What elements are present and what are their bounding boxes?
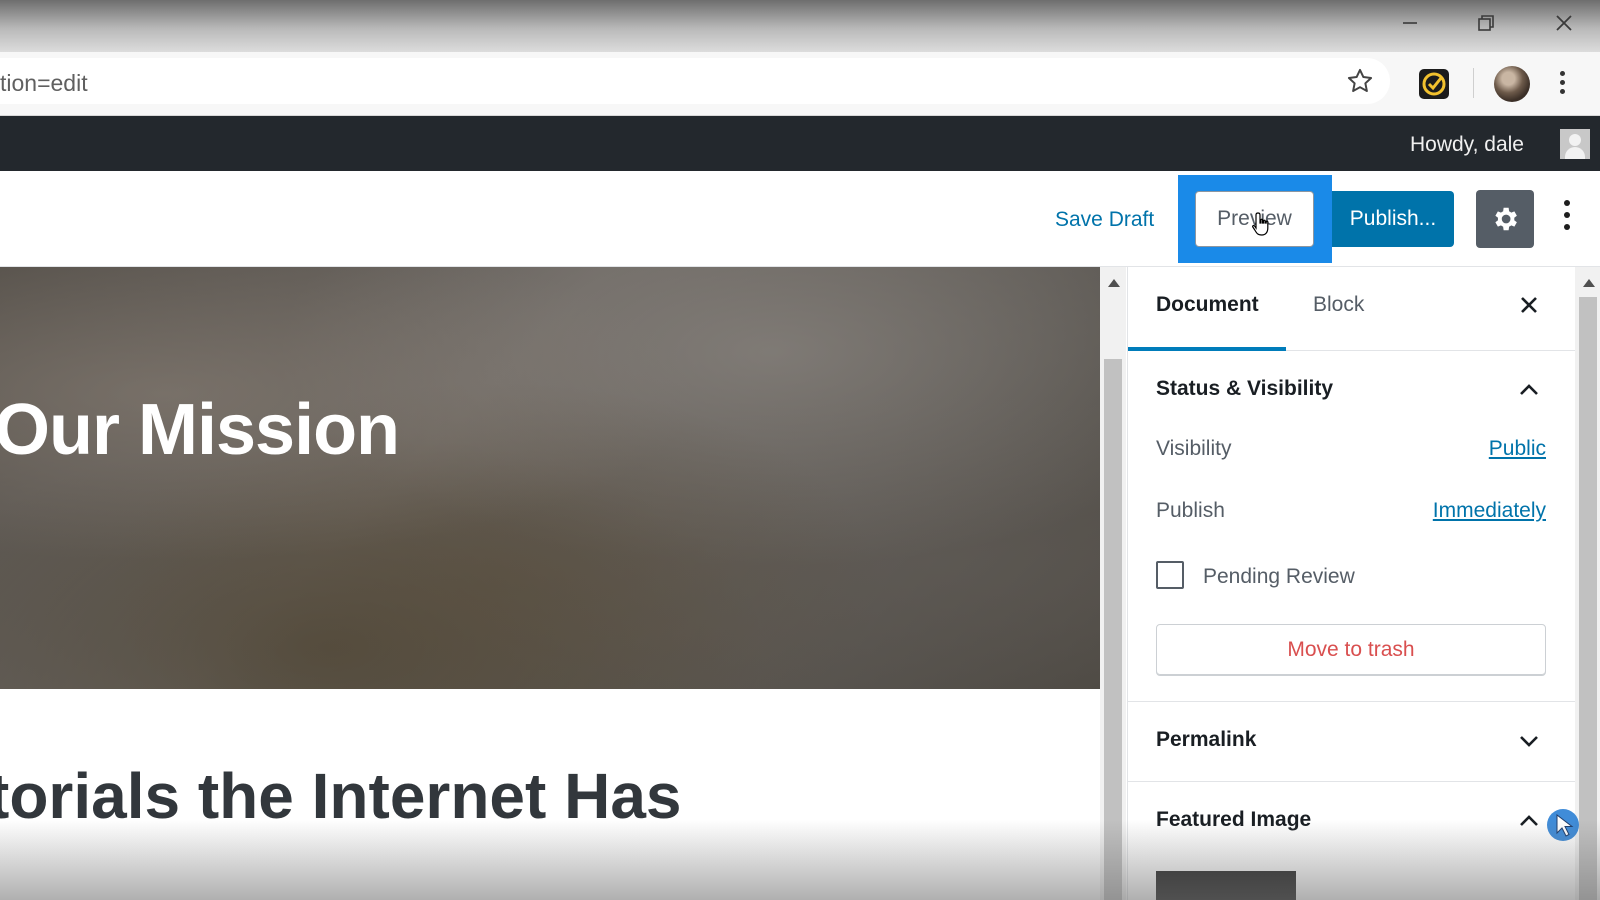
wp-admin-bar: Howdy, dale (0, 116, 1600, 171)
pointer-cursor-icon (1547, 809, 1579, 841)
cover-block[interactable]: Our Mission (0, 267, 1100, 689)
hand-cursor-icon (1252, 212, 1269, 236)
profile-avatar[interactable] (1494, 66, 1530, 102)
chevron-up-icon (1520, 384, 1538, 395)
scroll-up-icon[interactable] (1108, 279, 1120, 287)
chevron-up-icon (1520, 815, 1538, 826)
cover-title[interactable]: Our Mission (0, 389, 400, 471)
sidebar-tabs: Document Block (1128, 267, 1575, 351)
browser-toolbar: tion=edit (0, 52, 1600, 116)
sidebar-scroll-thumb[interactable] (1579, 297, 1597, 900)
close-window-icon[interactable] (1544, 8, 1584, 38)
restore-icon[interactable] (1466, 8, 1506, 38)
featured-image-title: Featured Image (1156, 808, 1312, 831)
visibility-value-link[interactable]: Public (1489, 437, 1546, 461)
user-avatar[interactable] (1560, 129, 1590, 159)
more-options-icon[interactable] (1560, 198, 1574, 238)
close-sidebar-icon[interactable] (1516, 292, 1542, 318)
minimize-icon[interactable] (1390, 8, 1430, 38)
settings-sidebar: Document Block Status & Visibility Visib… (1127, 267, 1575, 900)
chevron-down-icon (1520, 736, 1538, 747)
howdy-user[interactable]: Howdy, dale (1410, 133, 1524, 157)
gear-icon (1495, 207, 1517, 231)
browser-title-bar (0, 0, 1600, 52)
content-scroll-thumb[interactable] (1104, 359, 1122, 900)
pending-review-label[interactable]: Pending Review (1203, 565, 1355, 589)
address-bar-url[interactable]: tion=edit (0, 70, 88, 97)
browser-menu-icon[interactable] (1556, 68, 1568, 98)
move-to-trash-label: Move to trash (1287, 638, 1415, 661)
pending-review-checkbox[interactable] (1156, 561, 1184, 589)
extension-icon[interactable] (1418, 68, 1450, 100)
tab-block[interactable]: Block (1313, 293, 1364, 317)
featured-image-toggle[interactable]: Featured Image (1128, 782, 1575, 862)
settings-button[interactable] (1476, 190, 1534, 248)
publish-row: Publish Immediately (1156, 499, 1546, 523)
status-visibility-toggle[interactable]: Status & Visibility (1128, 351, 1575, 431)
publish-label-static: Publish (1156, 499, 1225, 522)
save-draft-button[interactable]: Save Draft (1055, 208, 1154, 232)
editor-header: Save Draft Preview Publish... (0, 171, 1600, 267)
heading-block[interactable]: torials the Internet Has (0, 759, 682, 833)
publish-date-link[interactable]: Immediately (1433, 499, 1546, 523)
move-to-trash-button[interactable]: Move to trash (1156, 624, 1546, 676)
address-bar[interactable]: tion=edit (0, 58, 1390, 104)
visibility-row: Visibility Public (1156, 437, 1546, 461)
permalink-title: Permalink (1156, 728, 1257, 751)
bookmark-star-icon[interactable] (1346, 67, 1374, 95)
tab-document[interactable]: Document (1156, 293, 1259, 317)
toolbar-separator (1473, 68, 1474, 98)
scroll-up-icon[interactable] (1583, 279, 1595, 287)
visibility-label: Visibility (1156, 437, 1232, 460)
preview-highlight: Preview (1178, 175, 1332, 263)
status-visibility-title: Status & Visibility (1156, 377, 1333, 400)
sidebar-scrollbar[interactable] (1575, 267, 1600, 900)
publish-label: Publish... (1349, 207, 1437, 230)
content-scrollbar[interactable] (1100, 267, 1126, 900)
permalink-toggle[interactable]: Permalink (1128, 702, 1575, 782)
featured-image-thumbnail[interactable] (1156, 871, 1296, 900)
editor-canvas: Our Mission torials the Internet Has (0, 267, 1100, 900)
publish-button[interactable]: Publish... (1332, 191, 1454, 247)
